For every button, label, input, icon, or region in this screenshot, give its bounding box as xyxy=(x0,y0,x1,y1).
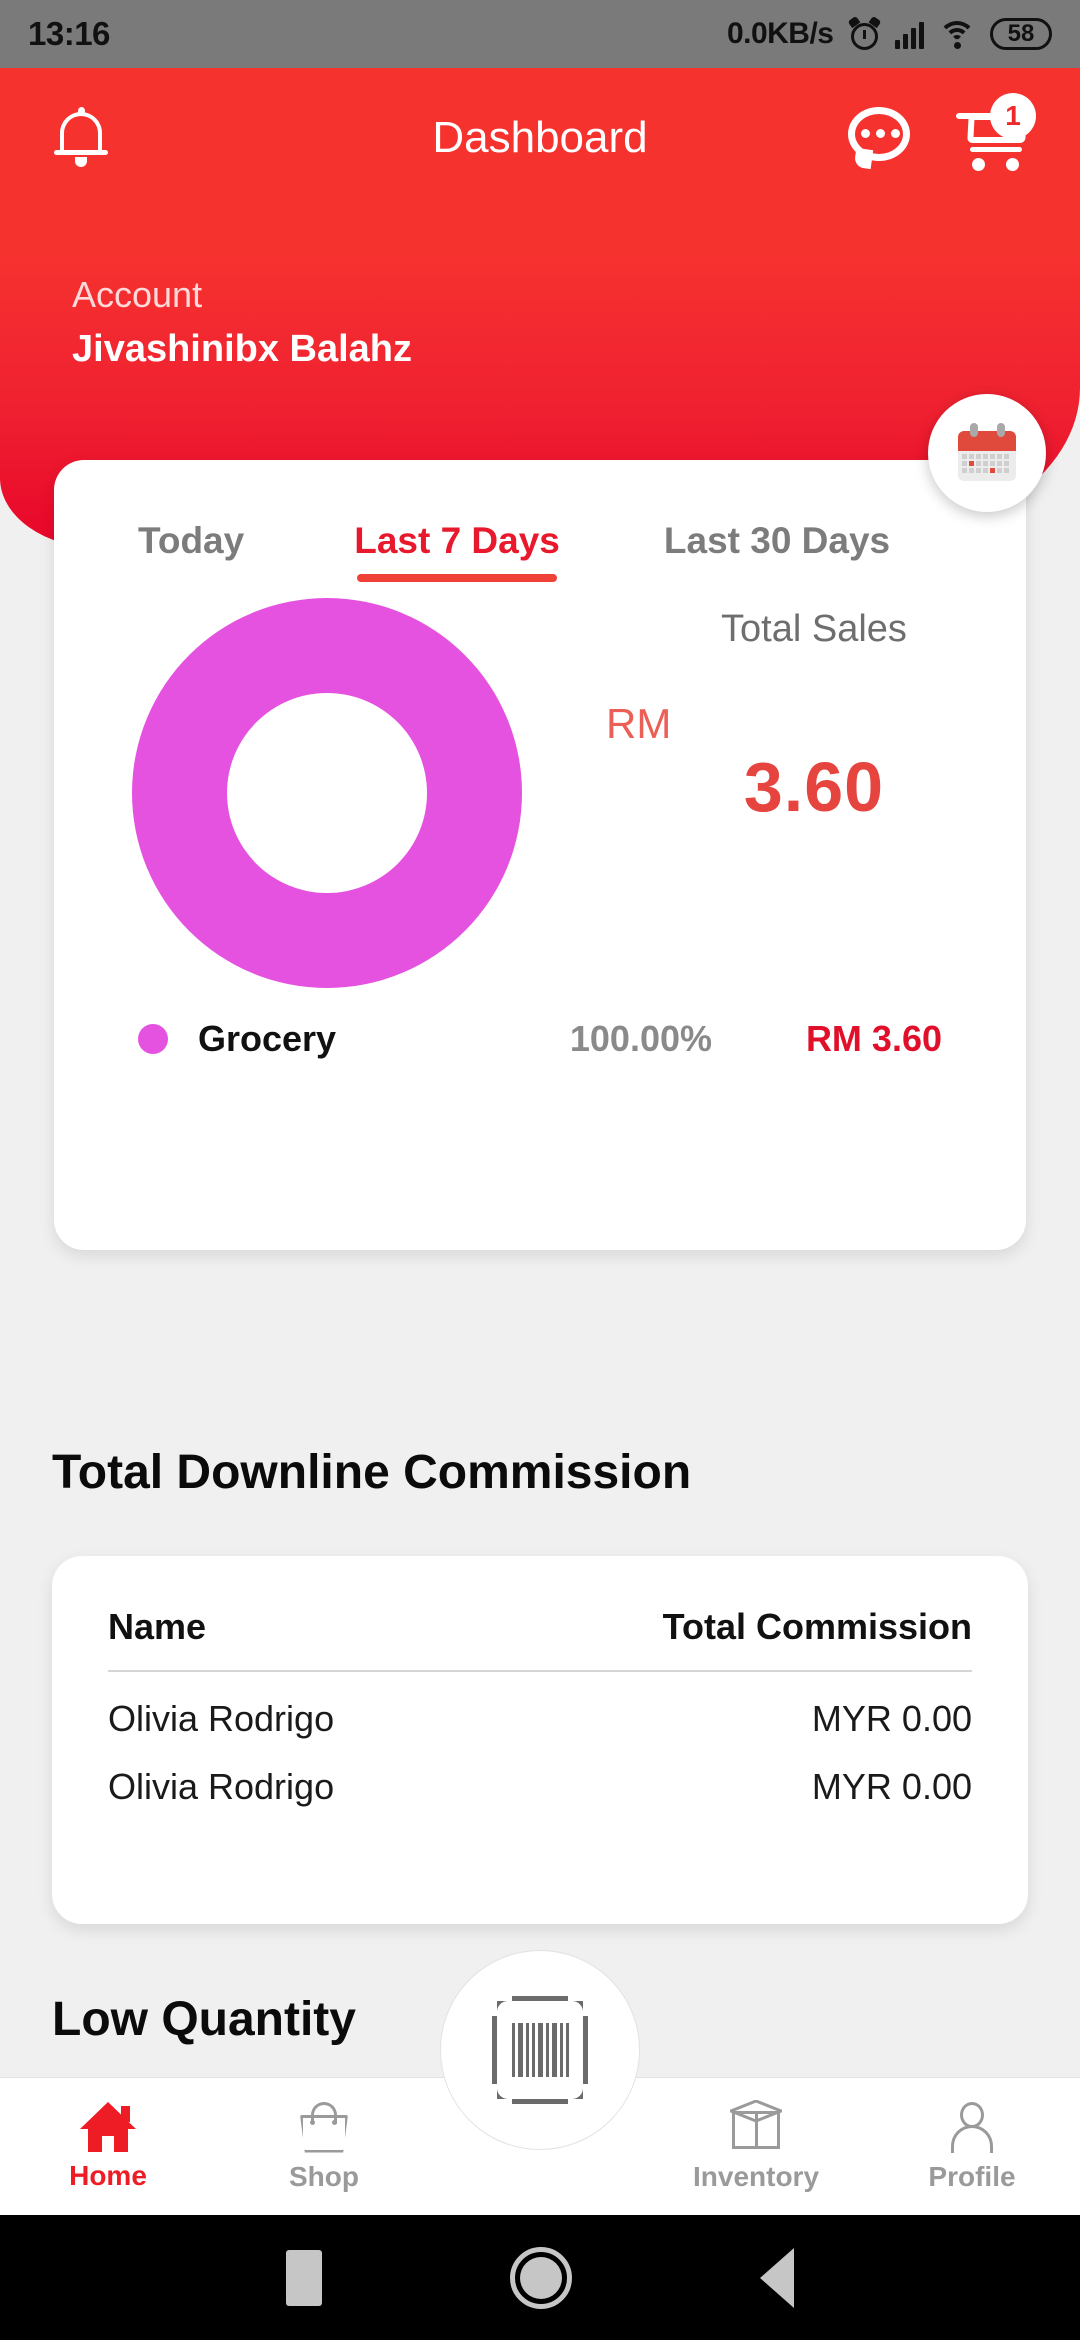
person-icon xyxy=(948,2101,996,2153)
android-navigation-bar xyxy=(0,2215,1080,2340)
tab-active-underline xyxy=(357,574,558,582)
nav-item-shop[interactable]: Shop xyxy=(216,2078,432,2215)
low-quantity-section-title: Low Quantity xyxy=(52,1993,356,2046)
box-lid-shape xyxy=(730,2099,782,2122)
total-sales-label: Total Sales xyxy=(721,608,907,650)
currency-label: RM xyxy=(606,700,672,747)
nav-item-profile[interactable]: Profile xyxy=(864,2078,1080,2215)
row-name: Olivia Rodrigo xyxy=(108,1698,335,1739)
commission-card: Name Total Commission Olivia Rodrigo MYR… xyxy=(52,1556,1028,1924)
period-tabs: Today Last 7 Days Last 30 Days xyxy=(54,460,1026,582)
status-bar: 13:16 0.0KB/s 58 xyxy=(0,0,1080,68)
account-name: Jivashinibx Balahz xyxy=(72,328,413,370)
donut-hole xyxy=(227,693,427,893)
row-amount: MYR 0.00 xyxy=(811,1698,972,1739)
tab-label: Last 7 Days xyxy=(354,520,560,561)
status-time: 13:16 xyxy=(28,15,110,52)
battery-icon: 58 xyxy=(990,18,1052,50)
legend-category-name: Grocery xyxy=(198,1018,337,1059)
total-sales-block: Total Sales RM 3.60 xyxy=(606,582,1014,827)
tab-today[interactable]: Today xyxy=(138,520,244,582)
account-label: Account xyxy=(72,274,203,315)
sales-card: Today Last 7 Days Last 30 Days Total Sal… xyxy=(54,460,1026,1250)
signal-icon xyxy=(894,19,924,49)
commission-section-title: Total Downline Commission xyxy=(52,1446,692,1499)
scan-button[interactable] xyxy=(440,1950,640,2150)
row-amount: MYR 0.00 xyxy=(811,1766,972,1807)
battery-level: 58 xyxy=(1007,20,1035,47)
wifi-icon xyxy=(938,19,976,49)
tab-label: Last 30 Days xyxy=(663,520,891,561)
column-header-total-commission: Total Commission xyxy=(662,1606,972,1647)
calendar-button[interactable] xyxy=(928,394,1046,512)
status-icons: 0.0KB/s 58 xyxy=(726,15,1052,51)
alarm-icon xyxy=(847,15,881,51)
box-icon xyxy=(728,2099,784,2153)
nav-label: Profile xyxy=(928,2160,1016,2192)
sales-donut-chart xyxy=(132,598,522,988)
legend-color-dot xyxy=(138,1024,168,1054)
barcode-scan-icon xyxy=(492,1996,588,2104)
legend-amount: RM 3.60 xyxy=(805,1018,942,1059)
sales-chart-area: Total Sales RM 3.60 xyxy=(54,582,1026,1012)
app-bar: Dashboard 1 xyxy=(0,68,1080,208)
triangle-back-icon[interactable] xyxy=(760,2247,794,2308)
table-row[interactable]: Olivia Rodrigo MYR 0.00 xyxy=(52,1672,1028,1740)
square-recents-icon[interactable] xyxy=(286,2249,322,2306)
nav-label: Home xyxy=(69,2159,147,2191)
table-row[interactable]: Olivia Rodrigo MYR 0.00 xyxy=(52,1740,1028,1808)
commission-table-header: Name Total Commission xyxy=(52,1556,1028,1648)
cart-button[interactable]: 1 xyxy=(956,93,1036,171)
network-speed-text: 0.0KB/s xyxy=(726,17,834,50)
nav-item-home[interactable]: Home xyxy=(0,2078,216,2215)
nav-label: Inventory xyxy=(692,2160,820,2192)
tab-label: Today xyxy=(138,520,245,561)
total-sales-amount: 3.60 xyxy=(743,748,885,826)
cart-badge: 1 xyxy=(990,93,1036,139)
home-icon xyxy=(80,2101,136,2152)
tab-last-30-days[interactable]: Last 30 Days xyxy=(664,520,890,582)
phone-screen: 13:16 0.0KB/s 58 Dashboard 1 Account Jiv… xyxy=(0,0,1080,2340)
row-name: Olivia Rodrigo xyxy=(108,1766,335,1807)
tab-last-7-days[interactable]: Last 7 Days xyxy=(354,520,560,582)
chart-legend-row: Grocery 100.00% RM 3.60 xyxy=(54,1018,1026,1060)
shopping-bag-icon xyxy=(298,2101,350,2153)
chat-icon[interactable] xyxy=(848,107,910,170)
calendar-icon xyxy=(956,423,1018,483)
legend-percent: 100.00% xyxy=(569,1018,712,1059)
bell-icon[interactable] xyxy=(52,106,110,170)
nav-item-inventory[interactable]: Inventory xyxy=(648,2078,864,2215)
column-header-name: Name xyxy=(108,1606,207,1647)
circle-home-icon[interactable] xyxy=(510,2246,572,2309)
nav-label: Shop xyxy=(289,2160,359,2192)
app-bar-actions: 1 xyxy=(848,93,1036,171)
